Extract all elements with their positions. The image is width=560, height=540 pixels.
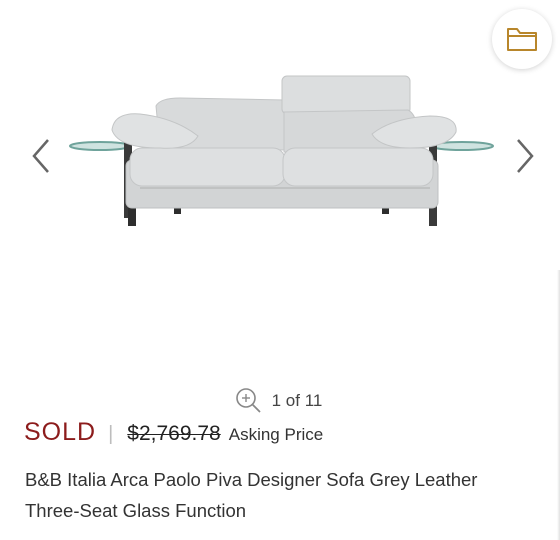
image-counter-text: 1 of 11 — [271, 391, 323, 410]
asking-price-label: Asking Price — [228, 425, 324, 444]
product-title: B&B Italia Arca Paolo Piva Designer Sofa… — [25, 469, 478, 521]
product-image[interactable] — [0, 0, 560, 380]
chevron-right-icon — [517, 139, 534, 173]
save-to-folder-button[interactable] — [492, 9, 552, 69]
original-price: $2,769.78 — [127, 422, 221, 445]
next-image-button[interactable] — [510, 136, 540, 176]
sold-status-label: SOLD — [24, 418, 97, 446]
image-counter: 1 of 11 — [0, 387, 560, 415]
folder-icon — [507, 28, 537, 51]
zoom-in-icon[interactable] — [234, 387, 264, 415]
previous-image-button[interactable] — [26, 136, 56, 176]
price-row: SOLD | $2,769.78 Asking Price — [24, 418, 323, 447]
price-separator: | — [108, 423, 114, 445]
image-gallery[interactable] — [0, 0, 560, 380]
chevron-left-icon — [32, 139, 49, 173]
